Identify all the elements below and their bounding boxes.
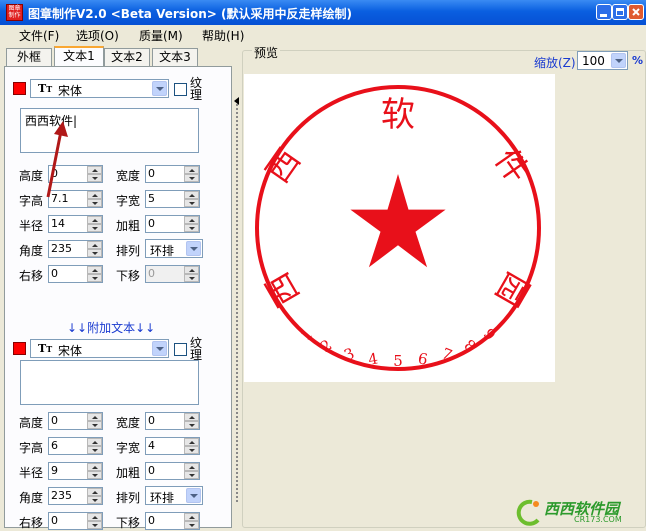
extra-char-width-label: 字宽 — [116, 441, 141, 455]
title-bar: 图章 制作 图章制作V2.0 <Beta Version> (默认采用中反走样绘制… — [0, 0, 646, 25]
tab-frame[interactable]: 外框 — [6, 48, 52, 66]
menu-help[interactable]: 帮助(H) — [202, 27, 244, 44]
menu-bar: 文件(F) 选项(O) 质量(M) 帮助(H) — [0, 25, 646, 44]
tab-text3[interactable]: 文本3 — [152, 48, 198, 66]
zoom-unit: % — [632, 54, 644, 67]
app-icon: 图章 制作 — [6, 4, 23, 21]
menu-file[interactable]: 文件(F) — [19, 27, 59, 44]
truetype-icon: TT — [38, 342, 53, 355]
width-stepper[interactable]: 0 — [145, 165, 200, 183]
annotation-arrow-icon — [46, 121, 68, 198]
extra-width-stepper[interactable]: 0 — [145, 412, 200, 430]
bold-label: 加粗 — [116, 219, 141, 233]
extra-texture-label: 纹理 — [190, 336, 203, 362]
menu-options[interactable]: 选项(O) — [76, 27, 119, 44]
extra-char-height-label: 字高 — [19, 441, 44, 455]
stamp-digit: 7 — [439, 344, 455, 364]
window-title: 图章制作V2.0 <Beta Version> (默认采用中反走样绘制) — [28, 7, 353, 21]
close-button[interactable] — [628, 4, 644, 20]
extra-height-label: 高度 — [19, 416, 44, 430]
shift-down-label: 下移 — [116, 269, 141, 283]
stamp-canvas[interactable]: 西 软 件 西 园 1 2 3 4 5 6 7 8 9 — [244, 74, 555, 382]
extra-radius-stepper[interactable]: 9 — [48, 462, 103, 480]
extra-height-stepper[interactable]: 0 — [48, 412, 103, 430]
extra-layout-label: 排列 — [116, 491, 141, 505]
extra-text-input[interactable] — [20, 360, 199, 405]
extra-shift-right-label: 右移 — [19, 516, 44, 530]
tab-text1[interactable]: 文本1 — [54, 46, 104, 67]
radius-stepper[interactable]: 14 — [48, 215, 103, 233]
chevron-down-icon — [186, 241, 201, 256]
zoom-select[interactable]: 100 — [577, 51, 628, 70]
extra-text-color-swatch[interactable] — [13, 342, 26, 355]
extra-radius-label: 半径 — [19, 466, 44, 480]
chevron-down-icon — [152, 341, 167, 356]
extra-font-select[interactable]: TT 宋体 — [30, 339, 169, 358]
preview-label: 预览 — [252, 44, 281, 61]
extra-char-width-stepper[interactable]: 4 — [145, 437, 200, 455]
truetype-icon: TT — [38, 82, 53, 95]
shift-down-stepper: 0 — [145, 265, 200, 283]
char-width-stepper[interactable]: 5 — [145, 190, 200, 208]
maximize-button[interactable] — [612, 4, 628, 20]
extra-bold-stepper[interactable]: 0 — [145, 462, 200, 480]
minimize-button[interactable] — [596, 4, 612, 20]
width-label: 宽度 — [116, 169, 141, 183]
stamp-char-2: 软 — [381, 95, 415, 135]
text1-pane: TT 宋体 纹理 西西软件| 高度 0 宽度 0 字高 7.1 字宽 5 半径 … — [4, 66, 232, 530]
shift-right-label: 右移 — [19, 269, 44, 283]
extra-shift-down-stepper[interactable]: 0 — [145, 512, 200, 530]
close-icon — [632, 8, 640, 16]
extra-width-label: 宽度 — [116, 416, 141, 430]
layout-select[interactable]: 环排 — [145, 239, 203, 258]
stamp-char-3: 件 — [487, 142, 536, 190]
bold-stepper[interactable]: 0 — [145, 215, 200, 233]
radius-label: 半径 — [19, 219, 44, 233]
extra-bold-label: 加粗 — [116, 466, 141, 480]
height-label: 高度 — [19, 169, 44, 183]
extra-texture-checkbox[interactable] — [174, 343, 187, 356]
angle-stepper[interactable]: 235 — [48, 240, 103, 258]
chevron-down-icon — [611, 53, 626, 68]
extra-angle-stepper[interactable]: 235 — [48, 487, 103, 505]
char-height-label: 字高 — [19, 194, 44, 208]
chevron-down-icon — [186, 488, 201, 503]
extra-shift-right-stepper[interactable]: 0 — [48, 512, 103, 530]
watermark-url: CR173.COM — [574, 515, 622, 524]
tab-text2[interactable]: 文本2 — [104, 48, 150, 66]
settings-panel: 外框 文本1 文本2 文本3 TT 宋体 纹理 西西软件| 高度 0 宽度 0 … — [0, 44, 234, 530]
menu-quality[interactable]: 质量(M) — [139, 27, 183, 44]
shift-right-stepper[interactable]: 0 — [48, 265, 103, 283]
text-color-swatch[interactable] — [13, 82, 26, 95]
char-width-label: 字宽 — [116, 194, 141, 208]
texture-label: 纹理 — [190, 76, 203, 102]
extra-char-height-stepper[interactable]: 6 — [48, 437, 103, 455]
extra-layout-select[interactable]: 环排 — [145, 486, 203, 505]
stamp-digit: 5 — [393, 352, 403, 370]
extra-angle-label: 角度 — [19, 491, 44, 505]
additional-text-heading: ↓↓附加文本↓↓ — [67, 321, 156, 335]
zoom-label: 缩放(Z) — [534, 56, 576, 70]
layout-label: 排列 — [116, 244, 141, 258]
angle-label: 角度 — [19, 244, 44, 258]
font-select[interactable]: TT 宋体 — [30, 79, 169, 98]
stamp-preview: 西 软 件 西 园 1 2 3 4 5 6 7 8 9 — [255, 85, 541, 371]
stamp-digit: 4 — [367, 349, 380, 368]
texture-checkbox[interactable] — [174, 83, 187, 96]
stamp-digit: 3 — [341, 344, 357, 364]
extra-shift-down-label: 下移 — [116, 516, 141, 530]
watermark-logo: 西西软件园 CR173.COM — [514, 496, 644, 526]
preview-panel: 预览 缩放(Z) 100 % 西 软 件 西 园 1 2 3 4 5 6 7 8… — [240, 44, 646, 528]
chevron-down-icon — [152, 81, 167, 96]
